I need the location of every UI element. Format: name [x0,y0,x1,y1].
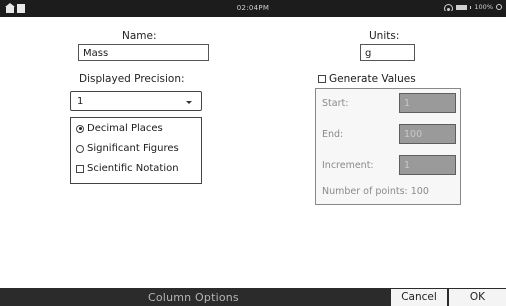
column-options-dialog: Name: Mass Units: g Displayed Precision:… [10,17,498,288]
battery-tip [470,5,472,9]
increment-field[interactable]: 1 [399,155,456,175]
battery-icon [456,4,468,10]
dialog-title: Column Options [148,291,239,304]
sync-icon [496,4,502,10]
units-field[interactable]: g [360,44,415,61]
end-label: End: [322,129,344,140]
generate-values-checkbox[interactable] [318,75,326,83]
clock: 02:04PM [236,4,270,12]
scientific-notation-checkbox[interactable] [76,164,84,173]
name-field[interactable]: Mass [78,44,209,61]
end-field[interactable]: 100 [399,124,456,144]
name-label: Name: [122,30,157,42]
start-field[interactable]: 1 [399,93,456,113]
generate-values-panel: Start: 1 End: 100 Increment: 1 Number of… [315,88,461,205]
increment-label: Increment: [322,160,374,171]
footer-bar: Column Options Cancel OK [0,288,506,306]
cancel-button[interactable]: Cancel [391,289,447,306]
precision-label: Displayed Precision: [79,73,185,85]
scientific-notation-label: Scientific Notation [87,163,179,174]
decimal-places-radio[interactable] [76,124,84,133]
precision-mode-group: Decimal Places Significant Figures Scien… [70,117,202,184]
significant-figures-radio[interactable] [76,144,84,153]
battery-percent: 100% [474,3,493,11]
significant-figures-option[interactable]: Significant Figures [76,143,179,154]
wifi-icon [444,3,454,11]
precision-value: 1 [77,96,84,107]
significant-figures-label: Significant Figures [87,143,179,154]
status-bar: 02:04PM 100% [0,0,506,17]
ok-button[interactable]: OK [449,289,506,306]
generate-values-label: Generate Values [329,73,416,85]
chevron-down-icon [186,101,192,104]
number-of-points: Number of points: 100 [322,186,429,197]
decimal-places-option[interactable]: Decimal Places [76,123,163,134]
units-label: Units: [369,30,400,42]
start-label: Start: [322,98,349,109]
status-right: 100% [444,3,502,11]
decimal-places-label: Decimal Places [87,123,163,134]
precision-dropdown[interactable]: 1 [70,91,202,111]
generate-values-option[interactable]: Generate Values [318,73,416,85]
scientific-notation-option[interactable]: Scientific Notation [76,163,179,174]
